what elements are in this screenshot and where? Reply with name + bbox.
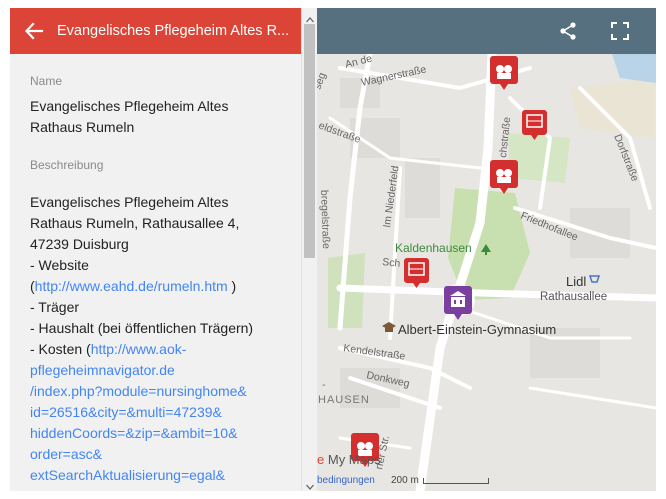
kosten-link[interactable]: http://www.aok-pflegeheimnavigator.de/in…: [30, 341, 281, 486]
description-kosten: - Kosten (http://www.aok-pflegeheimnavig…: [30, 339, 281, 486]
description-address: Evangelisches Pflegeheim Altes Rathaus R…: [30, 194, 240, 252]
arrow-left-icon[interactable]: [22, 19, 46, 43]
map-toolbar: [301, 8, 656, 54]
description-website: - Website (http://www.eahd.de/rumeln.htm…: [30, 255, 281, 297]
terms-link[interactable]: bedingungen: [317, 475, 375, 486]
kosten-link-part: extSearchAktualisierung=egal&: [30, 467, 225, 483]
district-label-hausen: HAUSEN: [318, 394, 370, 406]
website-link[interactable]: http://www.eahd.de/rumeln.htm: [35, 278, 228, 294]
panel-title: Evangelisches Pflegeheim Altes R...: [57, 23, 290, 39]
place-label-gymnasium: Albert-Einstein-Gymnasium: [398, 322, 557, 337]
kosten-link-part: id=26516&city=&multi=47239&: [30, 404, 222, 420]
map-viewer: Wagnerstraße An de seg eldstraße chstraß…: [10, 8, 656, 491]
name-value: Evangelisches Pflegeheim Altes Rathaus R…: [30, 98, 229, 135]
my-maps-logo: e My Maps: [317, 452, 381, 467]
scale-bar: [423, 478, 489, 484]
street-label-rathausallee: Rathausallee: [540, 291, 607, 303]
my-maps-logo-text: My Maps: [327, 452, 381, 467]
my-maps-logo-prefix: e: [317, 452, 325, 467]
scroll-up-icon[interactable]: [306, 11, 314, 23]
street-label-sch: Sch: [382, 256, 401, 270]
fullscreen-icon[interactable]: [608, 19, 632, 43]
name-label: Name: [30, 74, 63, 88]
district-label-dash: -: [322, 379, 326, 391]
street-label-bregelstrasse: bregelstraße: [318, 190, 332, 249]
scale-label: 200 m: [391, 475, 419, 486]
panel-content[interactable]: Name Evangelisches Pflegeheim Altes Rath…: [10, 54, 301, 491]
panel-scrollbar[interactable]: [301, 8, 317, 491]
website-suffix: ): [227, 278, 237, 294]
place-label-kaldenhausen: Kaldenhausen: [395, 241, 472, 255]
details-panel: Evangelisches Pflegeheim Altes R... Name…: [10, 8, 317, 491]
panel-header: Evangelisches Pflegeheim Altes R...: [10, 8, 301, 54]
share-icon[interactable]: [556, 19, 580, 43]
description-haushalt: - Haushalt (bei öffentlichen Trägern): [30, 320, 254, 336]
description-traeger: - Träger: [30, 299, 80, 315]
kosten-prefix: - Kosten (: [30, 341, 91, 357]
kosten-link-part: order=asc&: [30, 446, 102, 462]
scroll-down-icon[interactable]: [306, 478, 314, 490]
description-value: Evangelisches Pflegeheim Altes Rathaus R…: [30, 192, 281, 486]
description-label: Beschreibung: [30, 158, 104, 172]
kosten-link-part: /index.php?module=nursinghome&: [30, 383, 247, 399]
scroll-thumb[interactable]: [304, 24, 315, 258]
place-label-lidl: Lidl: [566, 274, 587, 289]
kosten-link-part: hiddenCoords=&zip=&ambit=10&: [30, 425, 238, 441]
